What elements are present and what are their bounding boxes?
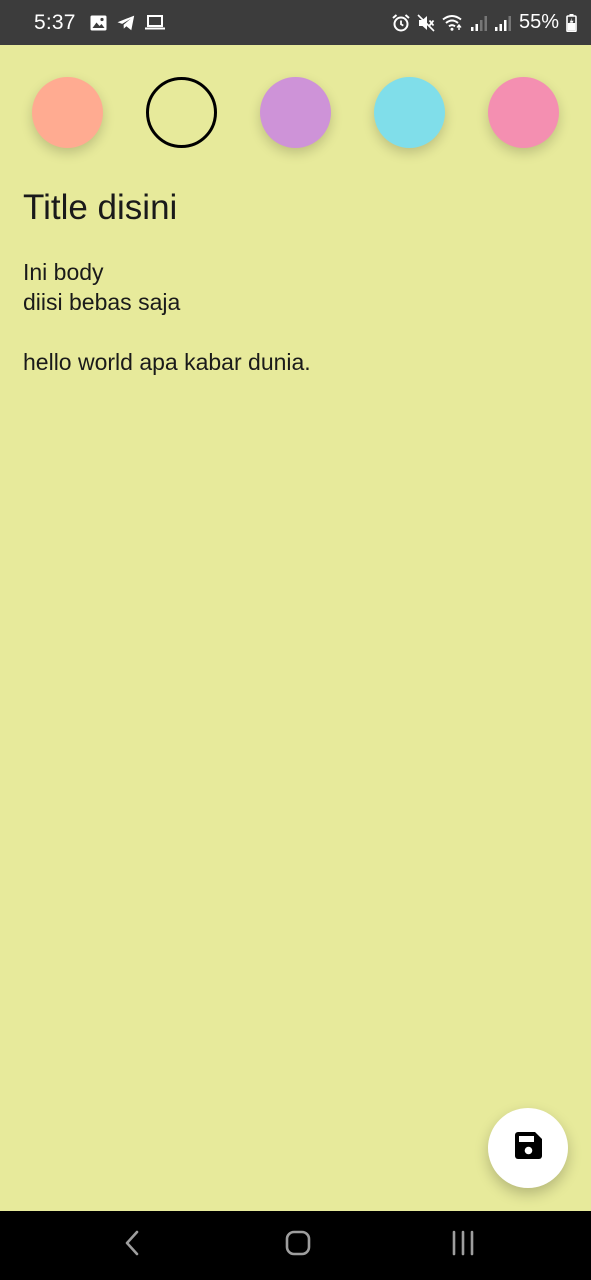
signal-icon bbox=[470, 15, 488, 31]
note-body-line: diisi bebas saja bbox=[23, 289, 181, 315]
status-left: 5:37 bbox=[34, 11, 392, 35]
recents-icon bbox=[450, 1230, 476, 1261]
color-option-cyan[interactable] bbox=[374, 77, 445, 148]
home-button[interactable] bbox=[258, 1211, 338, 1280]
battery-percentage: 55% bbox=[518, 11, 559, 33]
navigation-bar bbox=[0, 1211, 591, 1280]
color-option-purple[interactable] bbox=[260, 77, 331, 148]
status-time: 5:37 bbox=[34, 10, 76, 34]
recents-button[interactable] bbox=[423, 1211, 503, 1280]
status-right: 55% bbox=[392, 11, 577, 34]
color-picker bbox=[0, 77, 591, 149]
image-icon bbox=[90, 15, 107, 31]
back-button[interactable] bbox=[92, 1211, 172, 1280]
back-icon bbox=[124, 1230, 140, 1261]
battery-icon bbox=[566, 13, 577, 32]
alarm-icon bbox=[392, 13, 410, 32]
note-body-line bbox=[23, 317, 568, 347]
wifi-icon bbox=[442, 14, 464, 31]
save-button[interactable] bbox=[488, 1108, 568, 1188]
signal-icon bbox=[494, 15, 512, 31]
note-title-field[interactable]: Title disini bbox=[23, 186, 563, 230]
color-option-salmon[interactable] bbox=[32, 77, 103, 148]
laptop-icon bbox=[144, 15, 165, 30]
color-option-pink[interactable] bbox=[488, 77, 559, 148]
note-body-line: Ini body bbox=[23, 259, 104, 285]
note-body-field[interactable]: Ini body diisi bebas saja hello world ap… bbox=[23, 257, 568, 377]
save-icon bbox=[514, 1132, 542, 1164]
note-body-line: hello world apa kabar dunia. bbox=[23, 349, 311, 375]
telegram-icon bbox=[117, 15, 135, 31]
status-bar: 5:37 55% bbox=[0, 0, 591, 45]
home-icon bbox=[285, 1230, 311, 1261]
color-option-yellow[interactable] bbox=[146, 77, 217, 148]
mute-icon bbox=[417, 13, 435, 32]
